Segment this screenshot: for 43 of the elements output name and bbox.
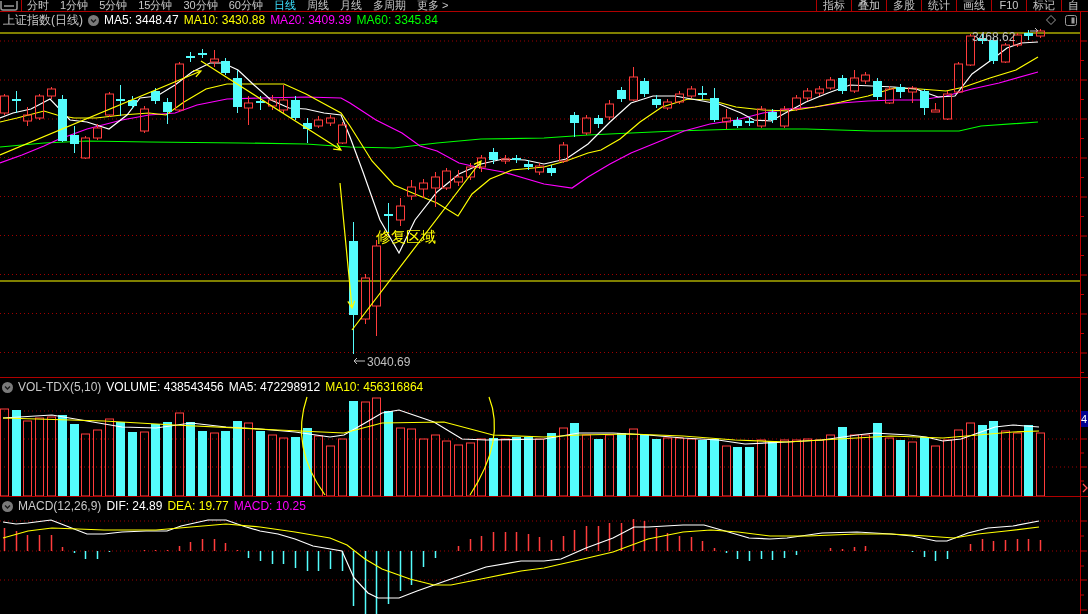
chevron-down-icon[interactable] — [2, 500, 13, 512]
leader-arrow — [353, 357, 366, 365]
period-tab[interactable]: 日线 — [274, 0, 296, 11]
indicator-title: MACD(12,26,9) — [18, 499, 102, 513]
toolbar-button[interactable]: F10 — [991, 0, 1026, 11]
period-tab[interactable]: 分时 — [27, 0, 49, 11]
chevron-down-icon[interactable] — [88, 14, 99, 26]
toolbar-button[interactable]: 多股 — [886, 0, 921, 11]
indicator-value: MA20: 3409.39 — [270, 13, 352, 27]
indicator-value: MA5: 472298912 — [228, 380, 321, 394]
toolbar-button[interactable]: 指标 — [816, 0, 851, 11]
period-tab[interactable]: 更多 > — [417, 0, 449, 11]
indicator-value: MA10: 3430.88 — [183, 13, 266, 27]
leader-arrow — [1029, 28, 1039, 32]
toolbar-button[interactable]: 自 — [1061, 0, 1088, 11]
toolbar-button[interactable]: 叠加 — [851, 0, 886, 11]
indicator-value: MA5: 3448.47 — [104, 13, 179, 27]
toolbar-button[interactable]: 标记 — [1026, 0, 1061, 11]
period-tab[interactable]: 1分钟 — [60, 0, 89, 11]
period-tab[interactable]: 15分钟 — [138, 0, 173, 11]
toolbar-button[interactable]: 统计 — [921, 0, 956, 11]
indicator-value: DEA: 19.77 — [167, 499, 229, 513]
period-tab[interactable]: 5分钟 — [99, 0, 128, 11]
annotation-text: 修复区域 — [376, 228, 436, 245]
indicator-value: VOLUME: 438543456 — [106, 380, 224, 394]
price-label: 3040.69 — [367, 355, 411, 369]
period-tab[interactable]: 60分钟 — [228, 0, 263, 11]
indicator-value: MA60: 3345.84 — [356, 13, 438, 27]
panel-icon[interactable] — [1065, 14, 1077, 26]
period-tab[interactable]: 30分钟 — [183, 0, 218, 11]
indicator-value: DIF: 24.89 — [106, 499, 163, 513]
chart-title: 上证指数(日线) — [3, 13, 83, 27]
period-tab[interactable]: 月线 — [340, 0, 362, 11]
chevron-down-icon[interactable] — [2, 381, 13, 393]
indicator-title: VOL-TDX(5,10) — [18, 380, 102, 394]
toolbar-button[interactable]: 画线 — [956, 0, 991, 11]
indicator-value: MACD: 10.25 — [233, 499, 306, 513]
indicator-value: MA10: 456316864 — [325, 380, 424, 394]
chevron-right-icon[interactable] — [1082, 483, 1088, 493]
axis-value-label: 4 — [1081, 411, 1088, 427]
window-icon[interactable] — [0, 1, 18, 11]
period-tab[interactable]: 周线 — [307, 0, 329, 11]
period-tab[interactable]: 多周期 — [373, 0, 406, 11]
